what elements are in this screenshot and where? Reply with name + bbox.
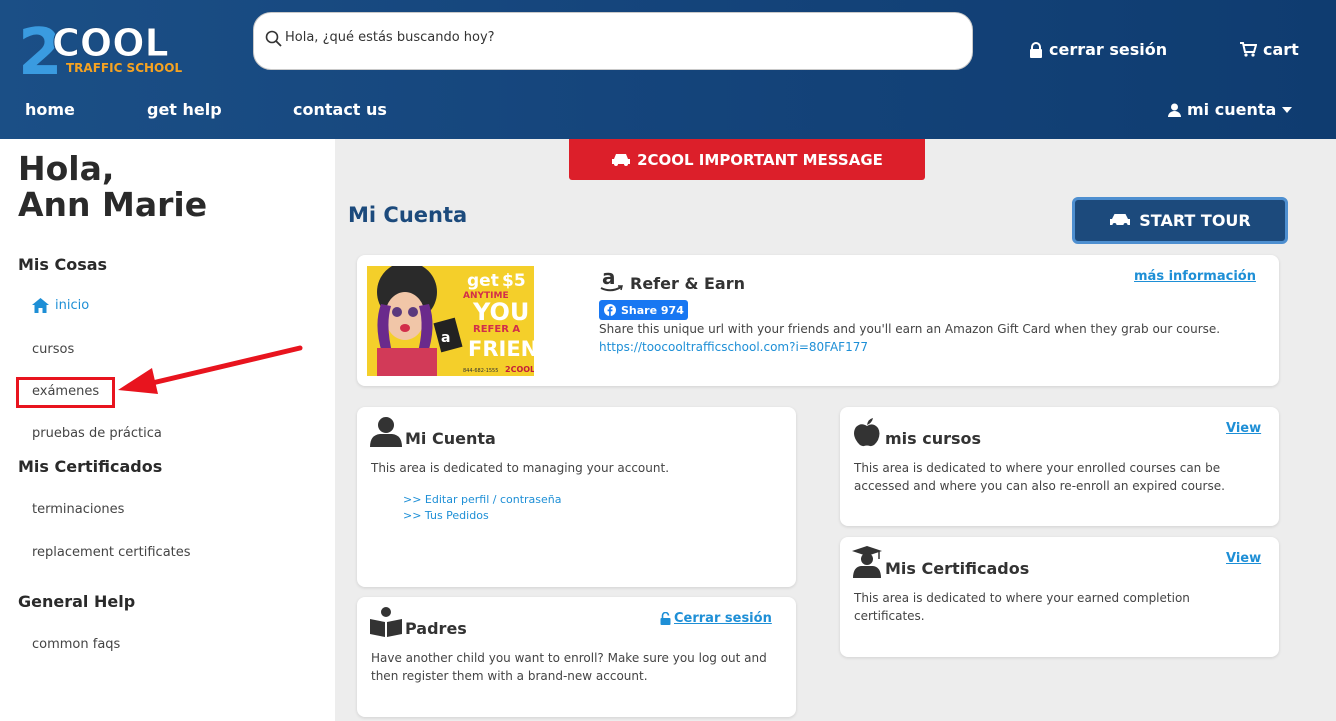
svg-text:a: a: [602, 267, 616, 289]
cart-link[interactable]: cart: [1240, 40, 1299, 59]
account-dropdown[interactable]: mi cuenta: [1168, 100, 1293, 119]
logout-label: cerrar sesión: [1049, 40, 1168, 59]
section-title-general-help: General Help: [18, 592, 136, 611]
padres-desc: Have another child you want to enroll? M…: [371, 649, 767, 685]
mis-cursos-card: mis cursos View This area is dedicated t…: [840, 407, 1279, 526]
mi-cuenta-title: Mi Cuenta: [405, 429, 496, 448]
mi-cuenta-desc: This area is dedicated to managing your …: [371, 461, 670, 475]
svg-text:REFER A: REFER A: [473, 324, 520, 335]
user-icon: [1168, 103, 1181, 117]
share-count: Share 974: [621, 303, 684, 317]
edit-profile-link[interactable]: >> Editar perfil / contraseña: [403, 493, 562, 506]
important-message-button[interactable]: 2COOL IMPORTANT MESSAGE: [569, 139, 925, 180]
greeting-line1: Hola,: [18, 149, 115, 188]
mis-certificados-title: Mis Certificados: [885, 559, 1030, 578]
logo-sub: TRAFFIC SCHOOL: [66, 61, 182, 75]
cart-icon: [1240, 42, 1257, 57]
unlock-icon: [660, 612, 671, 625]
mis-cursos-desc: This area is dedicated to where your enr…: [854, 459, 1225, 495]
apple-icon: [854, 418, 880, 447]
site-header: 2 COOL TRAFFIC SCHOOL Hola, ¿qué estás b…: [0, 0, 1336, 139]
car-icon: [1110, 214, 1131, 227]
cerrar-sesion-label: Cerrar sesión: [674, 611, 772, 626]
sidebar-item-common-faqs[interactable]: common faqs: [32, 637, 120, 652]
search-bar[interactable]: Hola, ¿qué estás buscando hoy?: [253, 12, 973, 70]
refer-description: Share this unique url with your friends …: [599, 322, 1221, 336]
highlight-box: [16, 377, 115, 408]
svg-text:a: a: [441, 330, 450, 346]
padres-desc-line2: then register them with a brand-new acco…: [371, 669, 648, 683]
refer-earn-card: a get $5 ANYTIME YOU REFER A FRIEND 844-…: [357, 255, 1279, 386]
sidebar-item-cursos[interactable]: cursos: [32, 342, 74, 357]
car-icon: [612, 153, 631, 166]
svg-text:2COOL: 2COOL: [505, 365, 534, 374]
promo-image: a get $5 ANYTIME YOU REFER A FRIEND 844-…: [367, 266, 534, 376]
padres-desc-line1: Have another child you want to enroll? M…: [371, 651, 767, 665]
padres-card: Padres Cerrar sesión Have another child …: [357, 597, 796, 717]
mis-cursos-desc-line1: This area is dedicated to where your enr…: [854, 461, 1221, 475]
logo-cool: COOL: [52, 21, 169, 65]
mi-cuenta-card: Mi Cuenta This area is dedicated to mana…: [357, 407, 796, 587]
important-message-label: 2COOL IMPORTANT MESSAGE: [637, 150, 883, 169]
start-tour-label: START TOUR: [1139, 211, 1251, 230]
sidebar-item-pruebas[interactable]: pruebas de práctica: [32, 426, 162, 441]
reading-icon: [370, 607, 402, 637]
greeting: Hola, Ann Marie: [18, 151, 207, 223]
search-placeholder: Hola, ¿qué estás buscando hoy?: [285, 30, 495, 45]
mis-cursos-view-link[interactable]: View: [1226, 421, 1261, 436]
page-title: Mi Cuenta: [348, 203, 468, 227]
mis-cursos-title: mis cursos: [885, 429, 982, 448]
cart-label: cart: [1263, 40, 1299, 59]
referral-url-link[interactable]: https://toocooltrafficschool.com?i=80FAF…: [599, 340, 868, 354]
mis-cursos-desc-line2: accessed and where you can also re-enrol…: [854, 479, 1225, 493]
mis-certificados-card: Mis Certificados View This area is dedic…: [840, 537, 1279, 657]
mis-certificados-desc-line2: certificates.: [854, 609, 925, 623]
nav-contact-us[interactable]: contact us: [293, 100, 387, 119]
mas-informacion-link[interactable]: más información: [1134, 269, 1256, 284]
nav-home[interactable]: home: [25, 100, 75, 119]
site-logo[interactable]: 2 COOL TRAFFIC SCHOOL: [18, 16, 188, 82]
svg-text:get: get: [467, 271, 499, 291]
orders-link[interactable]: >> Tus Pedidos: [403, 509, 489, 522]
svg-text:$5: $5: [502, 271, 526, 291]
sidebar: Hola, Ann Marie Mis Cosas inicio cursos …: [0, 139, 335, 721]
mis-certificados-desc-line1: This area is dedicated to where your ear…: [854, 591, 1190, 605]
search-icon: [265, 30, 282, 47]
chevron-down-icon: [1282, 106, 1293, 113]
sidebar-item-terminaciones[interactable]: terminaciones: [32, 502, 124, 517]
cerrar-sesion-link[interactable]: Cerrar sesión: [660, 611, 772, 626]
account-label: mi cuenta: [1187, 100, 1277, 119]
lock-icon: [1030, 41, 1042, 58]
amazon-icon: a: [600, 267, 623, 292]
nav-get-help[interactable]: get help: [147, 100, 222, 119]
home-icon: [32, 298, 49, 313]
section-title-mis-cosas: Mis Cosas: [18, 255, 108, 274]
graduate-icon: [852, 546, 882, 578]
sidebar-item-inicio[interactable]: inicio: [32, 298, 89, 313]
logout-link[interactable]: cerrar sesión: [1029, 40, 1167, 59]
mis-certificados-desc: This area is dedicated to where your ear…: [854, 589, 1190, 625]
annotation-arrow-icon: [118, 345, 303, 394]
refer-title: Refer & Earn: [630, 274, 745, 293]
svg-text:FRIEND: FRIEND: [468, 337, 534, 361]
padres-title: Padres: [405, 619, 467, 638]
refer-header: a Refer & Earn: [599, 267, 745, 293]
sidebar-item-label: inicio: [55, 298, 90, 313]
section-title-mis-certificados: Mis Certificados: [18, 457, 163, 476]
user-icon: [370, 417, 402, 447]
mis-certificados-view-link[interactable]: View: [1226, 551, 1261, 566]
start-tour-button[interactable]: START TOUR: [1072, 197, 1288, 244]
facebook-icon: [604, 304, 616, 316]
svg-text:844-682-1555: 844-682-1555: [463, 368, 498, 374]
greeting-name: Ann Marie: [18, 185, 208, 224]
svg-text:YOU: YOU: [472, 298, 529, 326]
facebook-share-button[interactable]: Share 974: [599, 300, 688, 320]
sidebar-item-replacement-certificates[interactable]: replacement certificates: [32, 545, 191, 560]
